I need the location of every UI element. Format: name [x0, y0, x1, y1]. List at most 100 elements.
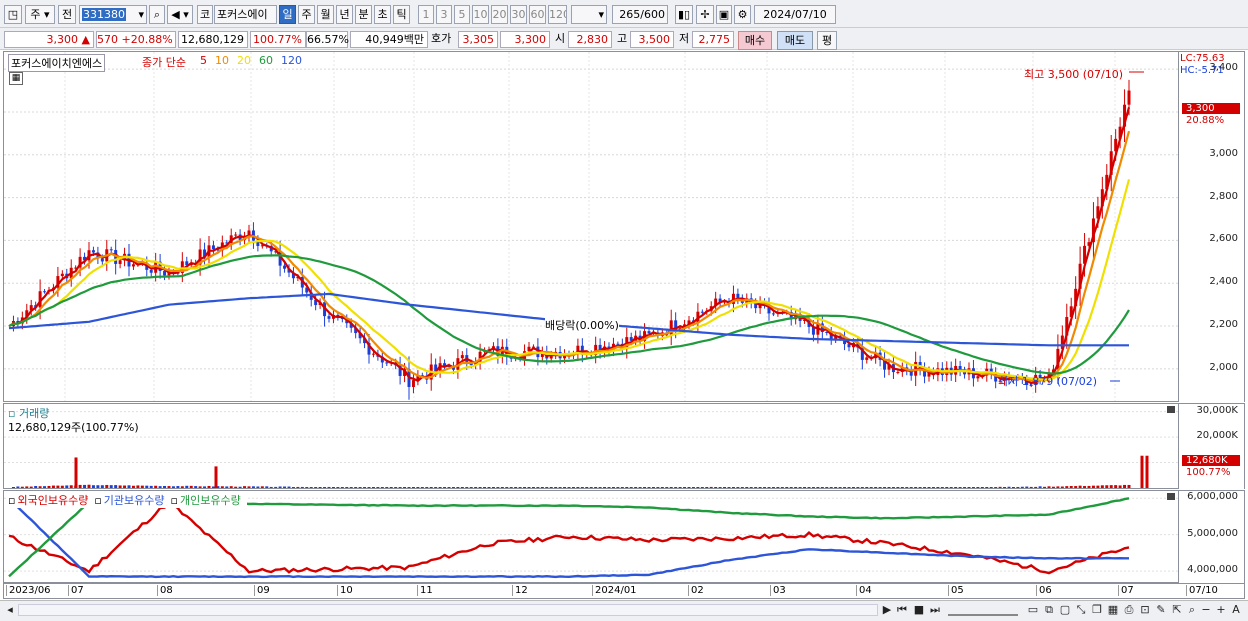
volume-bar — [247, 486, 251, 488]
flat-button[interactable]: 평 — [817, 31, 837, 50]
volume-bar — [776, 487, 780, 488]
layout-icon[interactable]: ▭ — [1026, 603, 1040, 617]
search-icon[interactable]: ⌕ — [149, 5, 165, 24]
play-icon[interactable]: ▶ — [880, 603, 894, 617]
date-input[interactable]: 2024/07/10 — [754, 5, 836, 24]
volume-y-tick: 20,000K — [1196, 430, 1238, 442]
zoom-out-icon[interactable]: − — [1199, 603, 1213, 617]
interval-button-20[interactable]: 20 — [491, 5, 508, 24]
forward-icon[interactable]: ⏭ — [928, 603, 942, 617]
split-icon[interactable]: ⧉ — [1042, 603, 1056, 617]
ma-line-5 — [8, 107, 1131, 385]
period-tab-4[interactable]: 분 — [355, 5, 372, 24]
grid-icon[interactable]: ▦ — [1106, 603, 1120, 617]
interval-custom-select[interactable]: ▾ — [571, 5, 607, 24]
period-tab-6[interactable]: 틱 — [393, 5, 410, 24]
interval-button-10[interactable]: 10 — [472, 5, 489, 24]
candle-body — [100, 258, 104, 262]
volume-bar — [1020, 486, 1024, 488]
period-tab-1[interactable]: 주 — [298, 5, 315, 24]
price-chart — [4, 52, 1178, 401]
price-chart-panel[interactable]: 포커스에이치엔에스 종가 단순 5 10 20 60 120 ▦ 최고 3,500 (0… — [3, 51, 1179, 402]
scrollbar[interactable] — [18, 604, 878, 616]
period-tab-5[interactable]: 초 — [374, 5, 391, 24]
export-icon[interactable]: ⇱ — [1170, 603, 1184, 617]
volume-ratio: 100.77% — [250, 31, 306, 48]
maximize-icon[interactable] — [1167, 406, 1175, 413]
period-tab-0[interactable]: 일 — [279, 5, 296, 24]
holdings-legend-0: 외국인보유수량 — [17, 494, 89, 507]
x-tick-label: 05 — [948, 585, 964, 596]
volume-bar — [398, 487, 402, 488]
interval-button-60[interactable]: 60 — [529, 5, 546, 24]
maximize-icon[interactable] — [1167, 493, 1175, 500]
high-annotation: 최고 3,500 (07/10) — [1024, 68, 1124, 81]
gear-icon[interactable]: ⚙ — [734, 5, 751, 24]
volume-bar — [65, 485, 69, 488]
volume-bar — [269, 486, 273, 488]
volume-bar — [1003, 487, 1007, 488]
holdings-legend-1: 기관보유수량 — [103, 494, 165, 507]
rewind-icon[interactable]: ⏮ — [895, 603, 909, 617]
volume-bar — [923, 487, 927, 488]
volume-bar — [491, 487, 495, 488]
zoom-slider[interactable] — [948, 604, 1018, 616]
copy-icon[interactable]: ❐ — [1090, 603, 1104, 617]
market-type-select[interactable]: 주 ▾ — [25, 5, 55, 24]
volume-bar — [576, 487, 580, 488]
sell-button[interactable]: 매도 — [777, 31, 813, 50]
volume-bar — [78, 484, 82, 488]
interval-button-30[interactable]: 30 — [510, 5, 527, 24]
crosshair-icon[interactable]: ✢ — [696, 5, 714, 24]
interval-button-5[interactable]: 5 — [454, 5, 470, 24]
price-axis: LC:75.63 HC:-5.71 3,4003,2003,0002,8002,… — [1179, 51, 1245, 402]
volume-bar — [780, 487, 784, 488]
volume-bar — [358, 487, 362, 488]
count-input[interactable]: 265/600 — [612, 5, 668, 24]
volume-bar — [118, 485, 122, 488]
volume-bar — [971, 487, 975, 488]
volume-bar — [865, 487, 869, 488]
holdings-chart-panel[interactable]: ▫ 외국인보유수량 ▫ 기관보유수량 ▫ 개인보유수량 — [3, 490, 1179, 583]
volume-chart-panel[interactable]: ▫ 거래량 12,680,129주(100.77%) — [3, 403, 1179, 489]
current-price: 3,300 ▲ — [4, 31, 94, 48]
zoom-search-icon[interactable]: ⌕ — [1185, 603, 1199, 617]
prev-button[interactable]: 전 — [58, 5, 76, 24]
stock-code-input[interactable]: 331380 ▾ — [79, 5, 147, 24]
volume-bar — [727, 487, 731, 488]
volume-bar — [87, 484, 91, 488]
interval-button-3[interactable]: 3 — [436, 5, 452, 24]
volume-bar — [798, 487, 802, 488]
zoom-in-icon[interactable]: + — [1214, 603, 1228, 617]
chart-menu-icon[interactable]: ◳ — [4, 5, 22, 24]
interval-button-120[interactable]: 120 — [548, 5, 567, 24]
lock-icon[interactable]: ⊡ — [1138, 603, 1152, 617]
dividend-annotation: 배당락(0.00%) — [545, 317, 619, 333]
window-icon[interactable]: ▢ — [1058, 603, 1072, 617]
volume-bar — [625, 487, 629, 488]
period-tab-2[interactable]: 월 — [317, 5, 334, 24]
font-size-icon[interactable]: A — [1229, 603, 1243, 617]
volume-bar — [91, 485, 95, 488]
volume-bar — [976, 487, 980, 488]
candle-body — [118, 260, 122, 264]
candle-type-icon[interactable]: ▮▯ — [675, 5, 693, 24]
tools-icon[interactable]: ✎ — [1154, 603, 1168, 617]
candle-body — [60, 273, 64, 277]
stop-icon[interactable]: ■ — [912, 603, 926, 617]
calculator-icon[interactable]: ▦ — [9, 72, 23, 85]
save-icon[interactable]: ▣ — [716, 5, 732, 24]
print-icon[interactable]: ⎙ — [1122, 603, 1136, 617]
x-tick-label: 09 — [254, 585, 270, 596]
scroll-left-icon[interactable]: ◂ — [3, 603, 17, 617]
trade-amount: 40,949백만 — [350, 31, 428, 48]
buy-button[interactable]: 매수 — [738, 31, 772, 50]
stock-label[interactable]: 포커스에이치엔에스 — [8, 54, 106, 72]
sound-icon[interactable]: ◀ ▾ — [167, 5, 193, 24]
interval-button-1[interactable]: 1 — [418, 5, 434, 24]
period-tab-3[interactable]: 년 — [336, 5, 353, 24]
stock-name-field[interactable]: 포커스에이 — [214, 5, 277, 24]
change-value: 570 — [97, 33, 118, 46]
draw-icon[interactable]: ⤡ — [1074, 603, 1088, 617]
volume-bar — [438, 487, 442, 488]
